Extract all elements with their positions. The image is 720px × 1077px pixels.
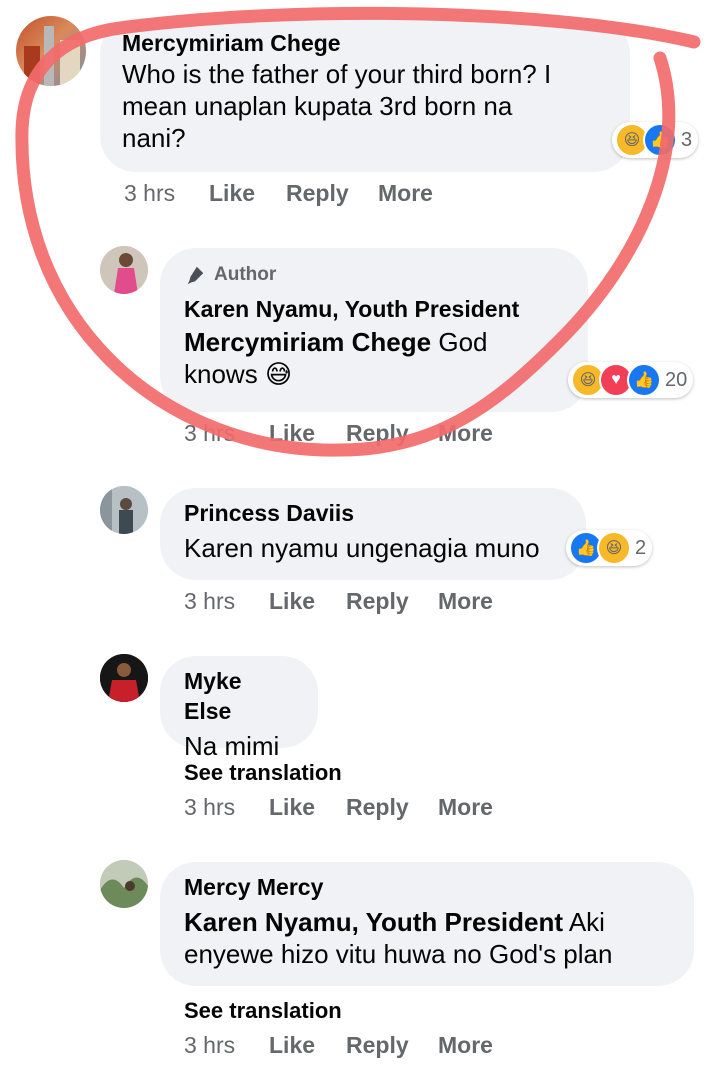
more-button[interactable]: More [438, 794, 493, 821]
comment-text-line: Who is the father of your third born? I [122, 59, 552, 89]
author-badge-label: Author [214, 264, 277, 285]
reaction-summary[interactable]: 😆 ♥ 👍 20 [568, 362, 694, 398]
more-button[interactable]: More [438, 420, 493, 447]
sweat-smile-emoji: 😅 [264, 359, 293, 389]
comment-text: Karen Nyamu, Youth President Aki [184, 906, 670, 938]
reply-button[interactable]: Reply [346, 1032, 438, 1059]
reaction-count: 3 [681, 128, 693, 151]
reaction-summary[interactable]: 👍 😆 2 [566, 530, 653, 566]
avatar[interactable] [100, 654, 148, 702]
comment-text-fragment: God [438, 327, 488, 357]
microphone-icon [187, 266, 204, 285]
avatar[interactable] [100, 246, 148, 294]
comment-text-line: nani? [122, 123, 186, 153]
like-button[interactable]: Like [209, 180, 286, 207]
comment-author[interactable]: Karen Nyamu, Youth President [184, 294, 564, 324]
reply-button[interactable]: Reply [346, 588, 438, 615]
comment-bubble: Mercymiriam Chege Who is the father of y… [100, 18, 630, 172]
comment-text: Mercymiriam Chege God [184, 326, 564, 358]
comment-bubble: Mercy Mercy Karen Nyamu, Youth President… [160, 862, 694, 986]
like-reaction-icon: 👍 [643, 123, 677, 157]
comment-actions: 3 hrs Like Reply More [184, 420, 493, 447]
avatar-photo [100, 246, 148, 294]
like-button[interactable]: Like [269, 1032, 346, 1059]
comment-text-line: mean unaplan kupata 3rd born na [122, 91, 513, 121]
more-button[interactable]: More [378, 180, 433, 207]
haha-reaction-icon: 😆 [597, 531, 631, 565]
timestamp[interactable]: 3 hrs [184, 420, 269, 447]
comment-text: enyewe hizo vitu huwa no God's plan [184, 939, 613, 969]
comment-actions: 3 hrs Like Reply More [184, 588, 493, 615]
comment-bubble: Author Karen Nyamu, Youth President Merc… [160, 248, 588, 412]
reply-button[interactable]: Reply [286, 180, 378, 207]
like-button[interactable]: Like [269, 794, 346, 821]
timestamp[interactable]: 3 hrs [124, 180, 209, 207]
see-translation-link[interactable]: See translation [184, 998, 342, 1024]
reply-button[interactable]: Reply [346, 794, 438, 821]
timestamp[interactable]: 3 hrs [184, 794, 269, 821]
like-button[interactable]: Like [269, 420, 346, 447]
comment-bubble: Myke Else Na mimi [160, 656, 318, 761]
avatar-photo [100, 860, 148, 908]
comment-author[interactable]: Mercy Mercy [184, 872, 670, 902]
reaction-count: 2 [635, 536, 647, 559]
like-button[interactable]: Like [269, 588, 346, 615]
avatar[interactable] [100, 860, 148, 908]
avatar-photo [100, 654, 148, 702]
comment-actions: 3 hrs Like Reply More [184, 1032, 493, 1059]
timestamp[interactable]: 3 hrs [184, 588, 269, 615]
comment-author[interactable]: Mercymiriam Chege [122, 28, 608, 58]
comment-text-fragment: Aki [568, 907, 605, 937]
reaction-count: 20 [665, 368, 688, 391]
comment-text: Na mimi [184, 731, 280, 761]
more-button[interactable]: More [438, 588, 493, 615]
avatar[interactable] [16, 16, 86, 86]
avatar-photo [100, 486, 148, 534]
comment-text: knows 😅 [184, 358, 564, 390]
comment-text: Karen nyamu ungenagia muno [184, 533, 540, 563]
mention-link[interactable]: Karen Nyamu, Youth President [184, 907, 563, 937]
mention-link[interactable]: Mercymiriam Chege [184, 327, 431, 357]
comment-bubble: Princess Daviis Karen nyamu ungenagia mu… [160, 488, 586, 580]
comment-actions: 3 hrs Like Reply More [184, 794, 493, 821]
author-badge: Author [184, 262, 564, 288]
like-reaction-icon: 👍 [627, 363, 661, 397]
comment-actions: 3 hrs Like Reply More [124, 180, 433, 207]
reply-button[interactable]: Reply [346, 420, 438, 447]
more-button[interactable]: More [438, 1032, 493, 1059]
avatar-photo [24, 26, 80, 86]
comment-text-fragment: knows [184, 359, 258, 389]
reaction-summary[interactable]: 😆 👍 3 [612, 122, 699, 158]
comment-author[interactable]: Myke Else [184, 666, 294, 726]
see-translation-link[interactable]: See translation [184, 760, 342, 786]
avatar[interactable] [100, 486, 148, 534]
comment-author[interactable]: Princess Daviis [184, 498, 562, 528]
timestamp[interactable]: 3 hrs [184, 1032, 269, 1059]
